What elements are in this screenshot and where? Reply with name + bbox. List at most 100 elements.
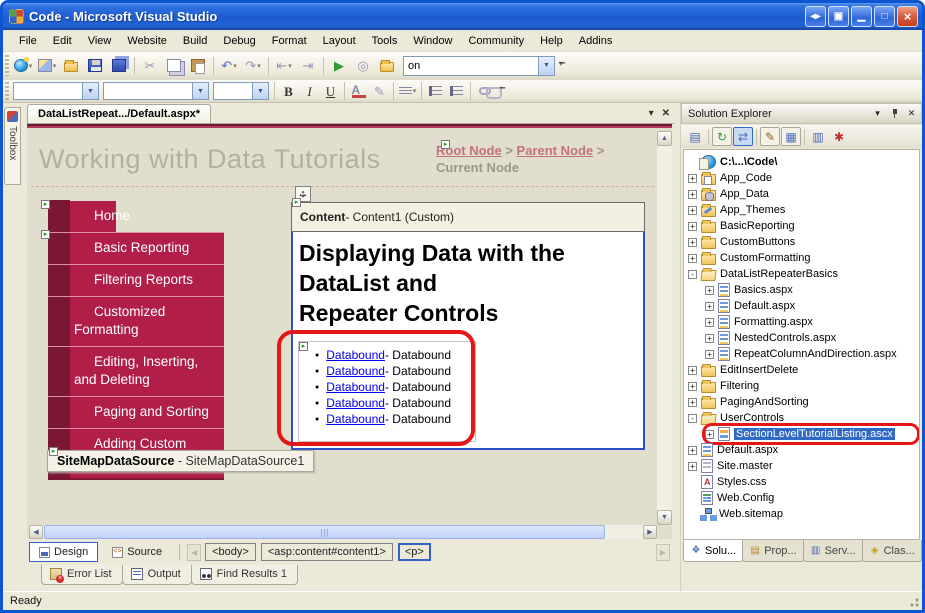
menu-format[interactable]: Format [264,32,315,50]
tree-item[interactable]: Web.sitemap [684,506,919,522]
tree-item[interactable]: +NestedControls.aspx [684,330,919,346]
tag-navigator-item[interactable]: <body> [205,543,256,561]
navigate-forward-button[interactable]: ⇥ [296,55,320,77]
toolbox-tab[interactable]: Toolbox [4,107,21,185]
content-placeholder-control[interactable]: ▸ Content - Content1 (Custom) Displaying… [291,202,645,450]
tag-nav-left-icon[interactable]: ◀ [187,544,201,561]
menu-build[interactable]: Build [175,32,215,50]
databound-link[interactable]: Databound [326,412,385,426]
tree-item[interactable]: +SectionLevelTutorialListing.ascx [684,426,919,442]
source-view-tab[interactable]: Source [102,542,172,562]
start-debugging-button[interactable]: ▶ [327,55,351,77]
collapse-icon[interactable]: - [688,270,697,279]
tree-item[interactable]: +PagingAndSorting [684,394,919,410]
tree-item[interactable]: +Basics.aspx [684,282,919,298]
minimize-button[interactable]: ▁ [851,6,872,27]
find-results-1-tab[interactable]: Find Results 1 [191,565,298,585]
expand-icon[interactable]: + [688,222,697,231]
expand-icon[interactable]: + [705,350,714,359]
italic-button[interactable]: I [299,82,320,101]
close-button[interactable]: × [897,6,918,27]
format-combobox[interactable]: ▼ [103,82,209,100]
tree-item[interactable]: +App_Code [684,170,919,186]
refresh-button[interactable]: ↻ [712,127,732,146]
breadcrumb-parent-link[interactable]: Parent Node [517,143,594,158]
open-file-button[interactable] [59,55,83,77]
expand-icon[interactable]: + [688,446,697,455]
tree-item[interactable]: +Filtering [684,378,919,394]
tag-nav-right-icon[interactable]: ▶ [656,544,670,561]
expand-icon[interactable]: + [705,302,714,311]
tree-item[interactable]: +CustomButtons [684,234,919,250]
underline-button[interactable]: U [320,82,341,101]
document-tab[interactable]: DataListRepeat.../Default.aspx* [27,104,211,123]
copy-button[interactable] [162,55,186,77]
combobox-dropdown-icon[interactable]: ▼ [252,83,268,99]
dropdown-caret-icon[interactable]: ▾ [413,87,417,95]
design-view-tab[interactable]: Design [29,542,98,562]
nav-menu-item[interactable]: Filtering Reports [70,264,224,296]
tree-item[interactable]: +Formatting.aspx [684,314,919,330]
redo-button[interactable]: ↷▾ [241,55,265,77]
menu-window[interactable]: Window [405,32,460,50]
tree-item[interactable]: +Default.aspx [684,298,919,314]
highlight-button[interactable]: ✎ [369,82,390,101]
expand-icon[interactable]: + [688,366,697,375]
databound-link[interactable]: Databound [326,396,385,410]
expand-icon[interactable]: + [688,462,697,471]
hyperlink-button[interactable] [474,82,495,101]
tree-item[interactable]: +RepeatColumnAndDirection.aspx [684,346,919,362]
smart-tag-icon[interactable]: ▸ [292,198,301,207]
nav-menu-item[interactable]: Basic Reporting [70,232,224,264]
expand-icon[interactable]: + [705,430,714,439]
nav-menu-item[interactable]: Editing, Inserting, and Deleting [70,346,224,396]
tree-item[interactable]: -DataListRepeaterBasics [684,266,919,282]
format-combobox[interactable]: ▼ [213,82,269,100]
find-in-files-button[interactable]: ◎ [351,55,375,77]
tutorial-listing-user-control[interactable]: ▸ ●Databound - Databound●Databound - Dat… [298,341,476,442]
menu-layout[interactable]: Layout [315,32,364,50]
bullet-list-button[interactable] [425,82,446,101]
smart-tag-icon[interactable]: ▸ [49,447,58,456]
menu-addins[interactable]: Addins [571,32,621,50]
menu-file[interactable]: File [11,32,45,50]
expand-icon[interactable]: + [688,382,697,391]
resize-grip[interactable] [907,595,920,608]
scroll-down-icon[interactable]: ▼ [657,510,672,525]
add-new-item-button[interactable]: ▾ [35,55,59,77]
numbered-list-button[interactable] [446,82,467,101]
dropdown-caret-icon[interactable]: ▾ [53,62,57,70]
tree-item[interactable]: +EditInsertDelete [684,362,919,378]
tree-item[interactable]: Styles.css [684,474,919,490]
tree-item[interactable]: +CustomFormatting [684,250,919,266]
smart-tag-icon[interactable]: ▸ [41,200,50,209]
combobox-dropdown-icon[interactable]: ▼ [82,83,98,99]
align-button[interactable]: ▾ [397,82,418,101]
expand-icon[interactable]: + [688,254,697,263]
window-position-dropdown-icon[interactable]: ▾ [870,106,885,121]
tree-item[interactable]: -UserControls [684,410,919,426]
view-designer-button[interactable]: ▦ [781,127,801,146]
tree-item[interactable]: +Site.master [684,458,919,474]
combobox-dropdown-icon[interactable]: ▼ [538,57,554,75]
properties-tab[interactable]: ▤Prop... [742,540,803,562]
scrollbar-thumb[interactable] [44,525,605,539]
maximize-button[interactable]: □ [874,6,895,27]
document-list-dropdown-icon[interactable]: ▾ [649,108,654,119]
vertical-scrollbar[interactable]: ▲ ▼ [657,131,672,525]
tag-navigator-item[interactable]: <asp:content#content1> [261,543,393,561]
menu-website[interactable]: Website [119,32,175,50]
dropdown-caret-icon[interactable]: ▾ [29,62,33,70]
solution-explorer-tab[interactable]: ❖Solu... [683,540,743,562]
dropdown-caret-icon[interactable]: ▾ [257,62,261,70]
dropdown-caret-icon[interactable]: ▾ [288,62,292,70]
expand-icon[interactable]: + [688,206,697,215]
properties-window-button[interactable]: ▤ [685,127,705,146]
smart-tag-icon[interactable]: ▸ [41,230,50,239]
expand-icon[interactable]: + [705,318,714,327]
toolbar-combobox[interactable]: on▼ [403,56,555,76]
view-code-button[interactable]: ✎ [760,127,780,146]
close-document-icon[interactable]: ✕ [662,108,670,119]
tree-item[interactable]: +App_Themes [684,202,919,218]
databound-link[interactable]: Databound [326,364,385,378]
